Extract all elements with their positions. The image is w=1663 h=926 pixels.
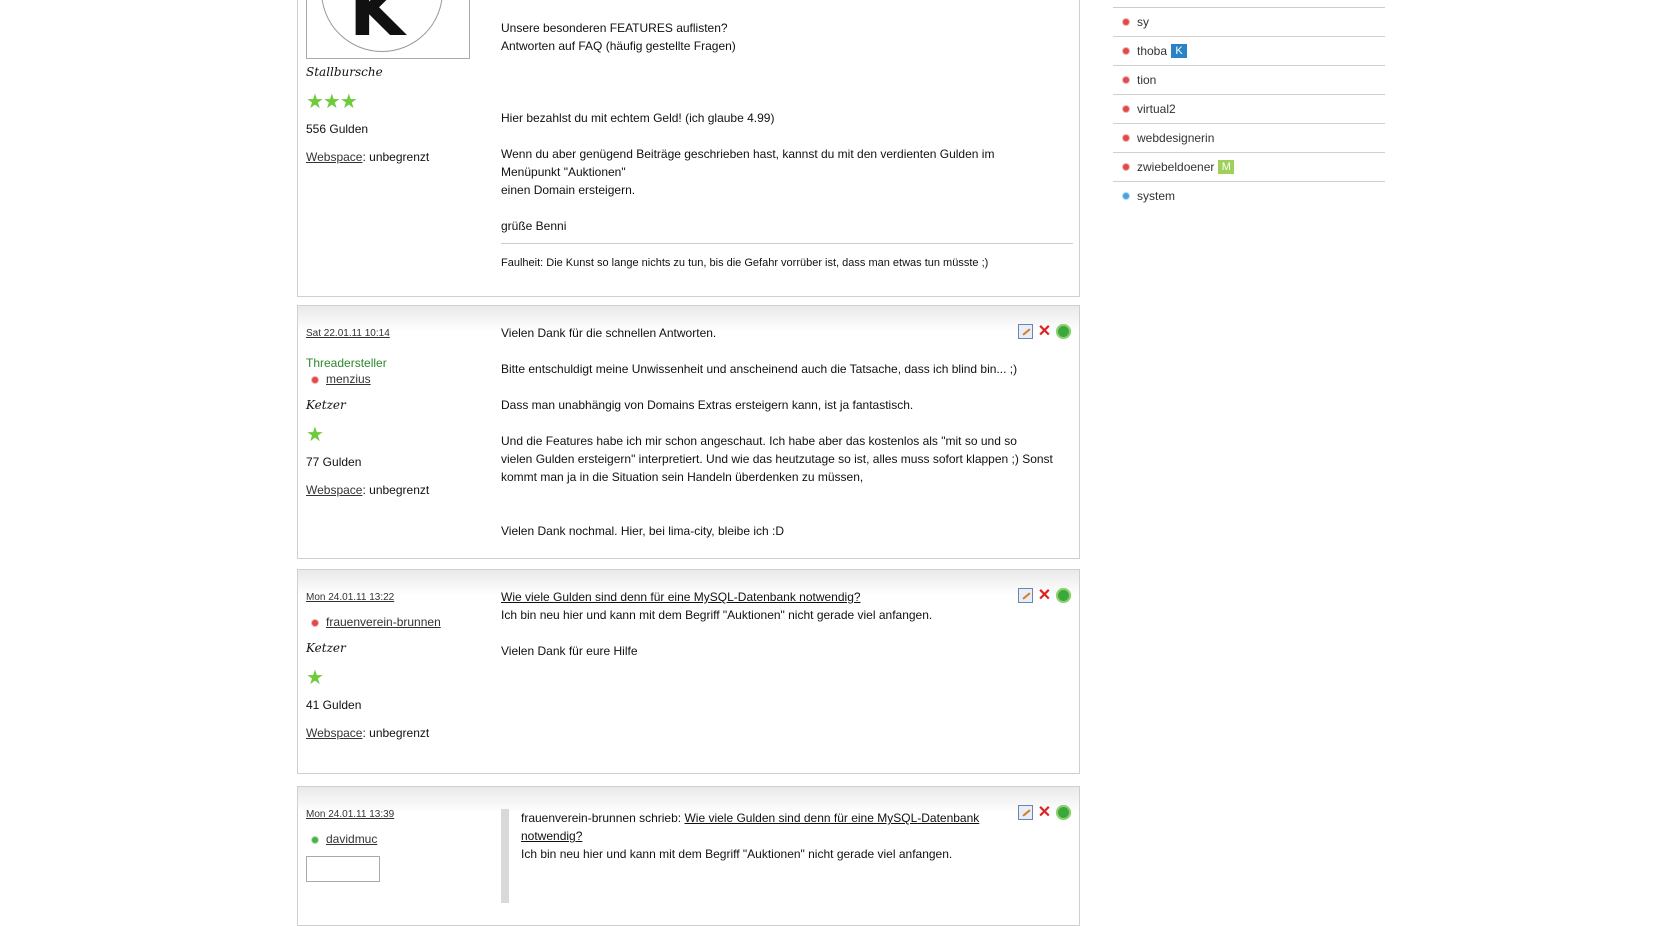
user-list-item[interactable]: system [1113,182,1385,210]
post-body: Vielen Dank für die schnellen Antworten.… [501,324,1073,540]
user-list-item[interactable]: sy [1113,8,1385,37]
user-list-item[interactable]: tion [1113,66,1385,95]
forum-post: Mon 24.01.11 13:39 davidmuc ✕ frauenvere… [297,786,1080,926]
rank-stars: ★★★ [306,91,358,113]
forum-post: Sat 22.01.11 10:14 Threadersteller menzi… [297,305,1080,559]
user-line: menzius [306,372,476,386]
user-list-name[interactable]: virtual2 [1137,102,1176,116]
post-line: Bitte entschuldigt meine Unwissenheit un… [501,362,1018,376]
user-avatar[interactable]: K [306,0,470,59]
quote-title-link-cont[interactable]: notwendig? [521,827,1073,845]
avatar-logo-letter: K [349,0,405,52]
post-line: Ich bin neu hier und kann mit dem Begrif… [501,608,933,622]
post-line: vielen Gulden ersteigern" interpretiert.… [501,452,1053,466]
offline-status-icon [312,619,318,626]
user-badge-m: M [1218,160,1235,174]
offline-status-icon [312,376,318,383]
user-line: frauenverein-brunnen [306,615,476,629]
user-rank: Stallbursche [306,65,383,79]
offline-status-icon [1123,48,1129,54]
post-line: Wenn du aber genügend Beiträge geschrieb… [501,147,995,161]
webspace-link[interactable]: Webspace [306,483,362,497]
forum-post: Mon 24.01.11 13:22 frauenverein-brunnen … [297,569,1080,774]
post-line: Vielen Dank für eure Hilfe [501,644,638,658]
username-link[interactable]: frauenverein-brunnen [326,615,441,629]
user-list-name[interactable]: system [1137,189,1175,203]
post-line: Unsere besonderen FEATURES auflisten? [501,21,728,35]
user-list-name[interactable]: tion [1137,73,1156,87]
offline-status-icon [1123,135,1129,141]
user-list-name[interactable]: sy [1137,15,1149,29]
username-link[interactable]: menzius [326,372,371,386]
thread-starter-label: Threadersteller [306,356,387,370]
user-gulden: 41 Gulden [306,698,362,712]
post-line: Vielen Dank nochmal. Hier, bei lima-city… [501,524,785,538]
post-line: Antworten auf FAQ (häufig gestellte Frag… [501,39,736,53]
user-list-item[interactable]: virtual2 [1113,95,1385,124]
post-line: kommt man ja in die Situation sein Hande… [501,470,864,484]
quote-author: frauenverein-brunnen schrieb: [521,811,682,825]
post-line: Dass man unabhängig von Domains Extras e… [501,398,914,412]
webspace-value: : unbegrenzt [362,726,430,740]
post-date[interactable]: Mon 24.01.11 13:39 [306,809,476,820]
forum-post: K Stallbursche ★★★ 556 Gulden Webspace: … [297,0,1080,297]
quote-block: frauenverein-brunnen schrieb: Wie viele … [501,809,1073,903]
user-list-item[interactable]: zwiebeldoener M [1113,153,1385,182]
post-date[interactable]: Sat 22.01.11 10:14 [306,328,476,339]
post-line: Und die Features habe ich mir schon ange… [501,434,1017,448]
user-rank: Ketzer [306,398,346,412]
user-list-item[interactable]: thoba K [1113,37,1385,66]
post-body: Wie viele Gulden sind denn für eine MySQ… [501,588,1073,660]
webspace-value: : unbegrenzt [362,150,430,164]
post-signature: Faulheit: Die Kunst so lange nichts zu t… [501,243,1073,272]
post-line: Vielen Dank für die schnellen Antworten. [501,326,717,340]
rank-stars: ★ [306,424,324,446]
webspace-value: : unbegrenzt [362,483,430,497]
user-list-name[interactable]: thoba [1137,44,1167,58]
offline-status-icon [1123,106,1129,112]
webspace-info: Webspace: unbegrenzt [306,726,476,740]
user-list-item[interactable]: webdesignerin [1113,124,1385,153]
rank-stars: ★ [306,667,324,689]
user-rank: Ketzer [306,641,346,655]
post-title-link[interactable]: Wie viele Gulden sind denn für eine MySQ… [501,588,1073,606]
user-gulden: 556 Gulden [306,122,369,136]
system-status-icon [1123,193,1129,199]
post-line: einen Domain ersteigern. [501,183,636,197]
user-badge-k: K [1171,44,1188,58]
user-gulden: 77 Gulden [306,455,362,469]
webspace-link[interactable]: Webspace [306,150,362,164]
webspace-info: Webspace: unbegrenzt [306,150,476,164]
post-line: Menüpunkt "Auktionen" [501,165,626,179]
user-list-name[interactable]: webdesignerin [1137,131,1214,145]
user-line: davidmuc [306,832,476,846]
user-list-name[interactable]: zwiebeldoener [1137,160,1214,174]
offline-status-icon [1123,19,1129,25]
offline-status-icon [1123,77,1129,83]
user-badges-box [306,856,380,882]
username-link[interactable]: davidmuc [326,832,377,846]
webspace-link[interactable]: Webspace [306,726,362,740]
quote-title-link[interactable]: Wie viele Gulden sind denn für eine MySQ… [684,811,979,825]
post-body: frauenverein-brunnen schrieb: Wie viele … [501,809,1073,903]
post-body: Unsere besonderen FEATURES auflisten? An… [501,19,1073,272]
post-line: grüße Benni [501,219,567,233]
online-users-list: sy thoba K tion virtual2 webdesignerin zw… [1113,7,1385,210]
offline-status-icon [1123,164,1129,170]
online-status-icon [312,836,318,843]
quote-text: Ich bin neu hier und kann mit dem Begrif… [521,847,953,861]
post-date[interactable]: Mon 24.01.11 13:22 [306,592,476,603]
post-line: Hier bezahlst du mit echtem Geld! (ich g… [501,111,775,125]
webspace-info: Webspace: unbegrenzt [306,483,476,497]
